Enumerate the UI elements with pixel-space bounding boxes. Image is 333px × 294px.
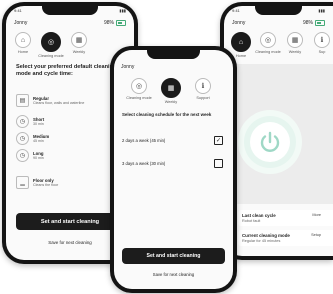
schedule-option[interactable]: 2 days a week (45 min) ✓: [122, 132, 223, 149]
option-text: Long 90 min: [33, 151, 44, 160]
status-cards: Last clean cycle Robot fault More Current c…: [238, 210, 333, 250]
mode-tab-label: Weekly: [288, 50, 302, 54]
mode-tab-weekly[interactable]: ▦ Weekly: [160, 78, 182, 104]
mode-tab-label: Cleaning mode: [126, 96, 152, 100]
card-subtitle: Regular for 45 minutes: [242, 239, 281, 243]
option-subtitle: 30 min: [33, 122, 44, 126]
status-time: 9:41: [14, 8, 22, 13]
option-text: Regular Cleans floor, walls and waterline: [33, 96, 84, 105]
timer-icon: ◷: [16, 115, 29, 128]
mode-nav: ⌂ Home ◎ Cleaning mode ▦ Weekly ℹ Sup: [230, 32, 333, 58]
user-name: Jonny: [121, 64, 135, 70]
mode-tab-support[interactable]: ℹ Support: [192, 78, 214, 104]
save-for-next-cleaning-link[interactable]: Save for next cleaning: [16, 240, 124, 245]
option-subtitle: 45 min: [33, 139, 44, 143]
option-text: Medium 45 min: [33, 134, 49, 143]
timer-icon: ◷: [16, 132, 29, 145]
cleaning-mode-icon: ◎: [131, 78, 147, 94]
mode-tab-home[interactable]: ⌂ Home: [12, 32, 34, 58]
mode-tab-weekly[interactable]: ▦ Weekly: [284, 32, 306, 58]
status-card[interactable]: Last clean cycle Robot fault More: [238, 210, 333, 226]
section-heading: Select cleaning schedule for the next we…: [122, 112, 212, 117]
option-subtitle: 90 min: [33, 156, 44, 160]
option-subtitle: Cleans floor, walls and waterline: [33, 101, 85, 105]
battery-icon: [315, 20, 325, 26]
mode-tab-cleaning-mode[interactable]: ◎ Cleaning mode: [126, 78, 152, 104]
mode-nav: ◎ Cleaning mode ▦ Weekly ℹ Support: [126, 78, 233, 104]
timer-icon: ◷: [16, 149, 29, 162]
power-inner: [250, 122, 290, 162]
set-and-start-cleaning-button[interactable]: Set and start cleaning: [16, 213, 124, 230]
top-bar: Jonny: [121, 64, 225, 70]
mode-tab-home[interactable]: ⌂ Home: [230, 32, 252, 58]
screen: Jonny ◎ Cleaning mode ▦ Weekly ℹ Support Sele…: [114, 50, 233, 289]
checked-checkbox[interactable]: ✓: [214, 136, 223, 145]
phone-weekly: Jonny ◎ Cleaning mode ▦ Weekly ℹ Support Sele…: [110, 46, 237, 293]
option-text: Short 30 min: [33, 117, 44, 126]
home-icon: ⌂: [15, 32, 31, 48]
cleaning-mode-icon: ◎: [260, 32, 276, 48]
notch: [147, 50, 200, 59]
info-icon: ℹ: [314, 32, 330, 48]
mode-tab-label: Home: [17, 50, 29, 54]
floor-icon: ▁: [16, 176, 29, 189]
home-icon: ⌂: [231, 32, 251, 52]
schedule-option-label: 3 days a week (30 min): [122, 161, 166, 166]
schedule-option[interactable]: 3 days a week (30 min): [122, 155, 223, 172]
option-subtitle: Cleans the floor: [33, 183, 59, 187]
calendar-icon: ▦: [71, 32, 87, 48]
mode-tab-cleaning-mode[interactable]: ◎ Cleaning mode: [38, 32, 64, 58]
card-action[interactable]: Setup: [311, 233, 321, 237]
calendar-icon: ▦: [287, 32, 303, 48]
mode-tab-sup[interactable]: ℹ Sup: [311, 32, 333, 58]
notch: [254, 6, 303, 15]
power-icon: [260, 131, 280, 152]
top-bar: Jonny 98%: [232, 20, 325, 26]
option-text: Floor only Cleans the floor: [33, 178, 58, 187]
mode-tab-label: Weekly: [164, 100, 178, 104]
schedule-options: 2 days a week (45 min) ✓ 3 days a week (30…: [122, 132, 223, 172]
mode-tab-label: Weekly: [72, 50, 86, 54]
battery-icon: [116, 20, 126, 26]
user-name: Jonny: [232, 20, 246, 26]
mode-tab-label: Cleaning mode: [38, 54, 64, 58]
card-subtitle: Robot fault: [242, 219, 261, 223]
calendar-icon: ▦: [161, 78, 181, 98]
user-name: Jonny: [14, 20, 28, 26]
power-button[interactable]: [244, 116, 296, 168]
battery-status: 98%: [104, 20, 126, 26]
mode-tab-label: Home: [235, 54, 247, 58]
mode-tab-cleaning-mode[interactable]: ◎ Cleaning mode: [255, 32, 281, 58]
info-icon: ℹ: [195, 78, 211, 94]
battery-status: 98%: [303, 20, 325, 26]
set-and-start-cleaning-button[interactable]: Set and start cleaning: [122, 248, 225, 264]
mode-tab-label: Cleaning mode: [255, 50, 281, 54]
checkbox[interactable]: [214, 159, 223, 168]
battery-percent: 98%: [302, 20, 313, 26]
signal-icon: ▮▮▮: [318, 8, 325, 13]
mode-tab-weekly[interactable]: ▦ Weekly: [68, 32, 90, 58]
status-card[interactable]: Current cleaning mode Regular for 45 minu…: [238, 230, 333, 246]
schedule-option-label: 2 days a week (45 min): [122, 138, 166, 143]
mode-tab-label: Support: [196, 96, 210, 100]
save-for-next-cleaning-link[interactable]: Save for next cleaning: [122, 272, 225, 277]
screen: 9:41 ▮▮▮ Jonny 98% ⌂ Home ◎ Cleaning mode ▦ W…: [224, 6, 333, 256]
signal-icon: ▮▮▮: [119, 8, 126, 13]
regular-icon: ▤: [16, 94, 29, 107]
top-bar: Jonny 98%: [14, 20, 126, 26]
cleaning-mode-icon: ◎: [41, 32, 61, 52]
card-action[interactable]: More: [312, 213, 321, 217]
status-time: 9:41: [232, 8, 240, 13]
battery-percent: 98%: [103, 20, 114, 26]
mode-tab-label: Sup: [318, 50, 326, 54]
notch: [41, 6, 99, 15]
